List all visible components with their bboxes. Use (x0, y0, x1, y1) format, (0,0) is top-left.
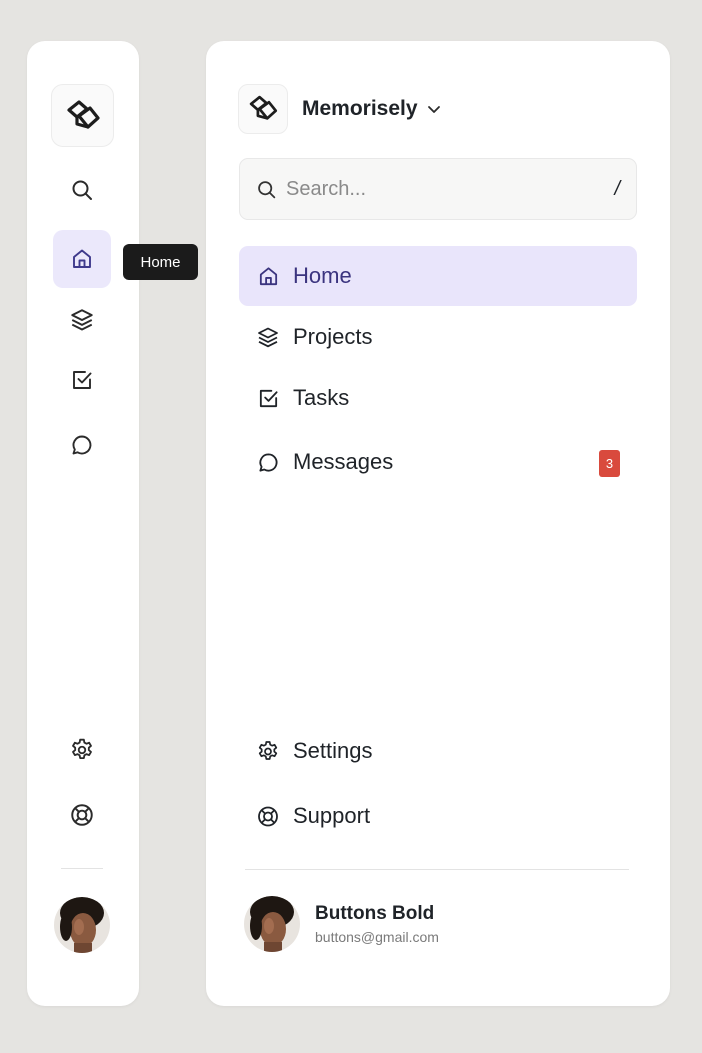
rail-projects-button[interactable] (53, 291, 111, 349)
nav-item-projects[interactable]: Projects (239, 307, 637, 367)
rail-support-button[interactable] (53, 786, 111, 844)
workspace-switcher[interactable]: Memorisely (238, 84, 442, 134)
gear-icon (256, 739, 280, 763)
avatar (244, 896, 300, 952)
search-icon (256, 179, 277, 200)
chat-icon (70, 433, 94, 457)
user-info: Buttons Bold buttons@gmail.com (315, 903, 439, 945)
lifebuoy-icon (256, 804, 280, 828)
user-email: buttons@gmail.com (315, 929, 439, 945)
chevron-down-icon (426, 101, 442, 117)
layers-icon (256, 325, 280, 349)
workspace-name: Memorisely (302, 97, 418, 120)
nav-label-projects: Projects (293, 324, 373, 349)
user-name: Buttons Bold (315, 903, 435, 924)
expanded-sidebar: Memorisely / Home (206, 41, 670, 1006)
collapsed-sidebar (27, 41, 139, 1006)
checkbox-icon (70, 368, 94, 392)
nav-item-settings[interactable]: Settings (239, 721, 637, 781)
nav-label-home: Home (293, 263, 352, 288)
nav-label-messages: Messages (293, 449, 394, 474)
nav-label-settings: Settings (293, 738, 373, 763)
logo-icon[interactable] (51, 84, 114, 147)
gear-icon (69, 737, 95, 763)
rail-home-button[interactable] (53, 230, 111, 288)
nav-item-messages[interactable]: Messages 3 (239, 432, 637, 492)
rail-divider (61, 868, 103, 869)
search-icon (70, 178, 94, 202)
search-input[interactable] (286, 177, 615, 201)
nav-label-support: Support (293, 803, 371, 828)
avatar[interactable] (54, 897, 110, 953)
rail-search-button[interactable] (53, 161, 111, 219)
lifebuoy-icon (69, 802, 95, 828)
rail-messages-button[interactable] (53, 416, 111, 474)
layers-icon (69, 307, 95, 333)
nav-label-tasks: Tasks (293, 385, 350, 410)
panel-divider (245, 869, 629, 870)
nav-item-tasks[interactable]: Tasks (239, 368, 637, 428)
home-tooltip: Home (123, 244, 198, 280)
app-stage: Home Memorisely Search... / Home Project… (0, 0, 702, 1053)
rail-settings-button[interactable] (53, 721, 111, 779)
nav-item-support[interactable]: Support (239, 786, 637, 846)
search-box[interactable]: / (239, 158, 637, 220)
search-shortcut-hint: / (614, 177, 620, 200)
user-profile[interactable]: Buttons Bold buttons@gmail.com (244, 896, 439, 952)
chat-icon (256, 450, 280, 474)
messages-count-badge: 3 (599, 450, 620, 477)
home-icon (70, 247, 94, 271)
home-icon (256, 264, 280, 288)
rail-tasks-button[interactable] (53, 351, 111, 409)
logo-icon (238, 84, 288, 134)
checkbox-icon (256, 386, 280, 410)
nav-item-home[interactable]: Home (239, 246, 637, 306)
